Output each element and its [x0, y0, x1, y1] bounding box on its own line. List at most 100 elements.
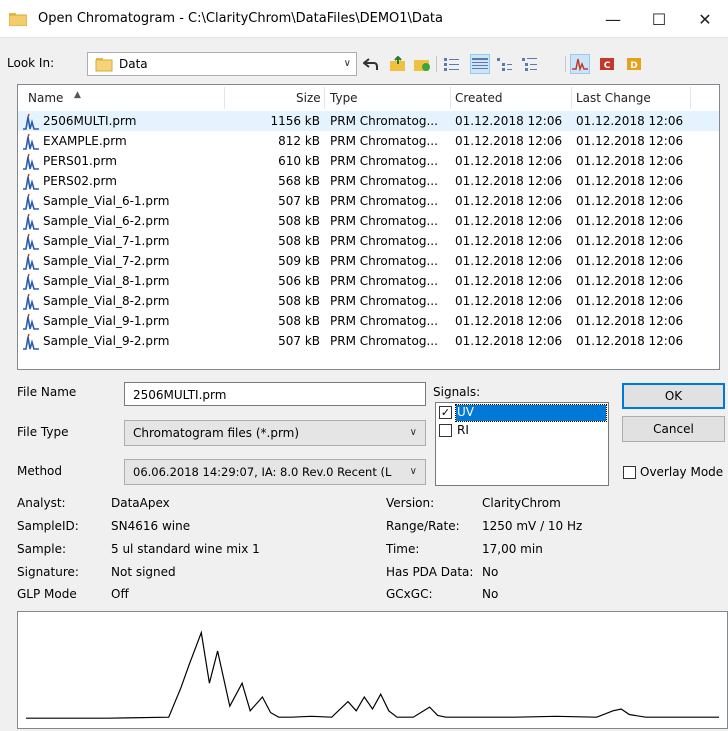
file-type-value: Chromatogram files (*.prm): [133, 426, 300, 440]
chromatogram-plot: [26, 630, 719, 719]
file-created-cell: 01.12.2018 12:06: [455, 234, 563, 248]
file-list-header: Name ▲ Size Type Created Last Change: [18, 85, 719, 111]
signal-uv-checkbox[interactable]: ✓: [439, 406, 452, 419]
new-folder-icon[interactable]: [412, 54, 432, 74]
sample-value: 5 ul standard wine mix 1: [111, 542, 260, 556]
file-name-input[interactable]: 2506MULTI.prm: [124, 382, 426, 406]
table-row[interactable]: EXAMPLE.prm 812 kB PRM Chromatog... 01.12.2…: [18, 131, 719, 151]
cancel-button[interactable]: Cancel: [622, 416, 725, 442]
details-view-icon[interactable]: [470, 54, 490, 74]
file-changed-cell: 01.12.2018 12:06: [576, 254, 684, 268]
table-row[interactable]: Sample_Vial_8-2.prm 508 kB PRM Chromatog..…: [18, 291, 719, 311]
table-row[interactable]: Sample_Vial_7-2.prm 509 kB PRM Chromatog..…: [18, 251, 719, 271]
chevron-down-icon: ∨: [409, 466, 417, 477]
file-size-cell: 610 kB: [278, 154, 320, 168]
column-header-created[interactable]: Created: [455, 91, 503, 105]
signal-item-ri[interactable]: RI: [438, 423, 608, 439]
table-row[interactable]: PERS01.prm 610 kB PRM Chromatog... 01.12.20…: [18, 151, 719, 171]
data-type-icon[interactable]: D: [624, 54, 644, 74]
table-row[interactable]: PERS02.prm 568 kB PRM Chromatog... 01.12.20…: [18, 171, 719, 191]
ok-button[interactable]: OK: [622, 383, 725, 409]
file-size-cell: 508 kB: [278, 314, 320, 328]
file-type-cell: PRM Chromatog...: [330, 274, 438, 288]
close-button[interactable]: ✕: [682, 0, 728, 38]
list-view-icon[interactable]: [442, 54, 462, 74]
file-name-cell: Sample_Vial_6-1.prm: [43, 194, 170, 208]
sampleid-label: SampleID:: [17, 519, 79, 533]
table-row[interactable]: 2506MULTI.prm 1156 kB PRM Chromatog... 01.1…: [18, 111, 719, 131]
chromatogram-file-icon: [22, 153, 40, 170]
file-created-cell: 01.12.2018 12:06: [455, 214, 563, 228]
file-name-cell: Sample_Vial_7-2.prm: [43, 254, 170, 268]
title-bar: Open Chromatogram - C:\ClarityChrom\Data…: [0, 0, 728, 38]
overlay-mode-checkbox[interactable]: [623, 466, 636, 479]
chevron-down-icon: ∨: [343, 58, 351, 69]
chromatogram-trace: [26, 630, 719, 719]
file-changed-cell: 01.12.2018 12:06: [576, 334, 684, 348]
folder-icon: [95, 58, 113, 72]
file-created-cell: 01.12.2018 12:06: [455, 174, 563, 188]
file-created-cell: 01.12.2018 12:06: [455, 134, 563, 148]
minimize-button[interactable]: —: [590, 0, 636, 38]
chromatogram-preview: [17, 611, 728, 729]
file-type-cell: PRM Chromatog...: [330, 214, 438, 228]
file-name-cell: EXAMPLE.prm: [43, 134, 127, 148]
file-created-cell: 01.12.2018 12:06: [455, 274, 563, 288]
chromatogram-file-icon: [22, 193, 40, 210]
tree-view-icon[interactable]: [495, 54, 515, 74]
file-list[interactable]: Name ▲ Size Type Created Last Change 250…: [17, 84, 720, 370]
signal-ri-label: RI: [457, 423, 469, 437]
table-row[interactable]: Sample_Vial_6-2.prm 508 kB PRM Chromatog..…: [18, 211, 719, 231]
table-row[interactable]: Sample_Vial_9-2.prm 507 kB PRM Chromatog..…: [18, 331, 719, 351]
chromatogram-file-icon: [22, 313, 40, 330]
signal-item-uv[interactable]: ✓ UV: [438, 404, 608, 422]
sort-ascending-icon: ▲: [74, 90, 81, 100]
file-size-cell: 508 kB: [278, 214, 320, 228]
look-in-row: Look In: Data ∨ C D: [0, 50, 728, 78]
table-row[interactable]: Sample_Vial_9-1.prm 508 kB PRM Chromatog..…: [18, 311, 719, 331]
version-value: ClarityChrom: [482, 496, 561, 510]
file-changed-cell: 01.12.2018 12:06: [576, 234, 684, 248]
column-header-name[interactable]: Name: [28, 91, 63, 105]
overlay-mode-label: Overlay Mode: [640, 465, 724, 479]
method-select[interactable]: 06.06.2018 14:29:07, IA: 8.0 Rev.0 Recen…: [124, 459, 426, 485]
chromatogram-file-icon: [22, 113, 40, 130]
look-in-combobox[interactable]: Data ∨: [87, 52, 357, 76]
table-row[interactable]: Sample_Vial_7-1.prm 508 kB PRM Chromatog..…: [18, 231, 719, 251]
look-in-label: Look In:: [7, 56, 55, 70]
chromatogram-file-icon: [22, 273, 40, 290]
method-label: Method: [17, 464, 63, 478]
file-changed-cell: 01.12.2018 12:06: [576, 154, 684, 168]
signals-list[interactable]: ✓ UV RI: [435, 402, 609, 486]
file-type-cell: PRM Chromatog...: [330, 234, 438, 248]
file-created-cell: 01.12.2018 12:06: [455, 294, 563, 308]
filter-icon[interactable]: [520, 54, 540, 74]
table-row[interactable]: Sample_Vial_6-1.prm 507 kB PRM Chromatog..…: [18, 191, 719, 211]
chromatogram-file-icon: [22, 333, 40, 350]
chromatogram-type-icon[interactable]: [570, 54, 590, 74]
chevron-down-icon: ∨: [409, 427, 417, 438]
up-folder-icon[interactable]: [388, 54, 408, 74]
back-icon[interactable]: [361, 54, 381, 74]
signature-value: Not signed: [111, 565, 176, 579]
column-header-size[interactable]: Size: [296, 91, 321, 105]
file-changed-cell: 01.12.2018 12:06: [576, 214, 684, 228]
chromatogram-file-icon: [22, 253, 40, 270]
signal-ri-checkbox[interactable]: [439, 424, 452, 437]
chromatogram-file-icon: [22, 133, 40, 150]
column-header-type[interactable]: Type: [330, 91, 358, 105]
time-label: Time:: [386, 542, 420, 556]
table-row[interactable]: Sample_Vial_8-1.prm 506 kB PRM Chromatog..…: [18, 271, 719, 291]
range-rate-label: Range/Rate:: [386, 519, 460, 533]
svg-text:C: C: [604, 61, 611, 71]
file-type-cell: PRM Chromatog...: [330, 174, 438, 188]
file-type-label: File Type: [17, 425, 69, 439]
maximize-button[interactable]: ☐: [636, 0, 682, 38]
file-type-select[interactable]: Chromatogram files (*.prm) ∨: [124, 420, 426, 446]
calibration-type-icon[interactable]: C: [597, 54, 617, 74]
column-header-last-change[interactable]: Last Change: [576, 91, 651, 105]
analyst-value: DataApex: [111, 496, 170, 510]
analyst-label: Analyst:: [17, 496, 66, 510]
glp-mode-label: GLP Mode: [17, 587, 77, 601]
file-size-cell: 508 kB: [278, 234, 320, 248]
